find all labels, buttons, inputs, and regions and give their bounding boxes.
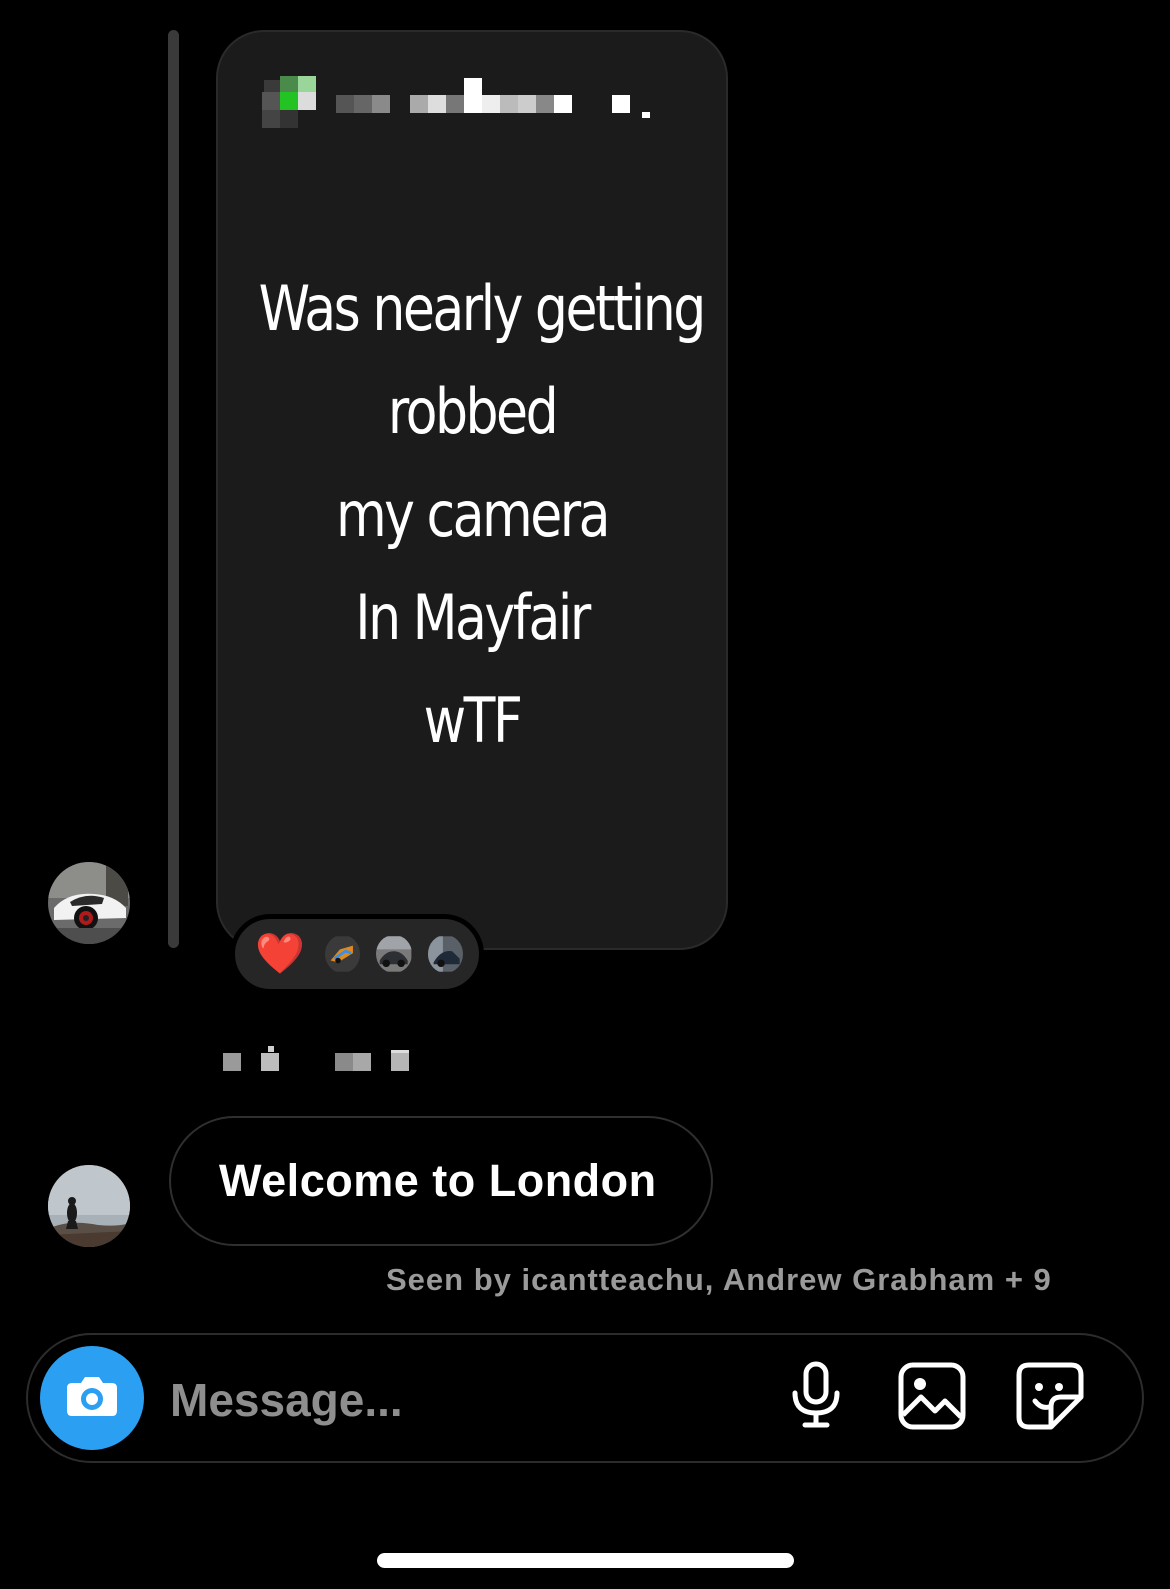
reactor-avatar	[427, 935, 463, 973]
heart-reaction-icon: ❤️	[255, 931, 305, 977]
message-sender-avatar[interactable]	[48, 1165, 130, 1247]
story-line: my camera	[335, 478, 611, 551]
message-input[interactable]: Message...	[170, 1373, 403, 1427]
home-indicator[interactable]	[377, 1553, 794, 1568]
message-text: Welcome to London	[219, 1155, 657, 1206]
gallery-button[interactable]	[896, 1362, 968, 1434]
story-line: wTF	[423, 684, 523, 757]
story-line: In Mayfair	[355, 581, 591, 654]
story-header	[218, 32, 726, 182]
sticker-icon	[1015, 1361, 1085, 1436]
story-line: Was nearly getting	[258, 272, 707, 345]
reactor-avatar	[324, 935, 361, 973]
gallery-icon	[897, 1361, 967, 1436]
message-bubble[interactable]: Welcome to London	[169, 1116, 713, 1246]
seen-by-status[interactable]: Seen by icantteachu, Andrew Grabham + 9	[386, 1262, 1052, 1298]
camera-icon	[64, 1373, 120, 1424]
message-composer: Message...	[26, 1333, 1144, 1463]
sender-avatar[interactable]	[48, 862, 130, 944]
story-reply-card[interactable]: Was nearly getting robbed my camera In M…	[216, 30, 728, 950]
microphone-button[interactable]	[780, 1361, 852, 1436]
reply-thread-line	[168, 30, 179, 948]
microphone-icon	[788, 1361, 844, 1436]
story-line: robbed	[387, 375, 559, 448]
reactor-avatar	[376, 935, 412, 973]
sticker-button[interactable]	[1014, 1362, 1086, 1434]
story-text: Was nearly getting robbed my camera In M…	[258, 257, 707, 772]
reactions-bar[interactable]: ❤️	[230, 914, 484, 994]
camera-button[interactable]	[40, 1346, 144, 1450]
